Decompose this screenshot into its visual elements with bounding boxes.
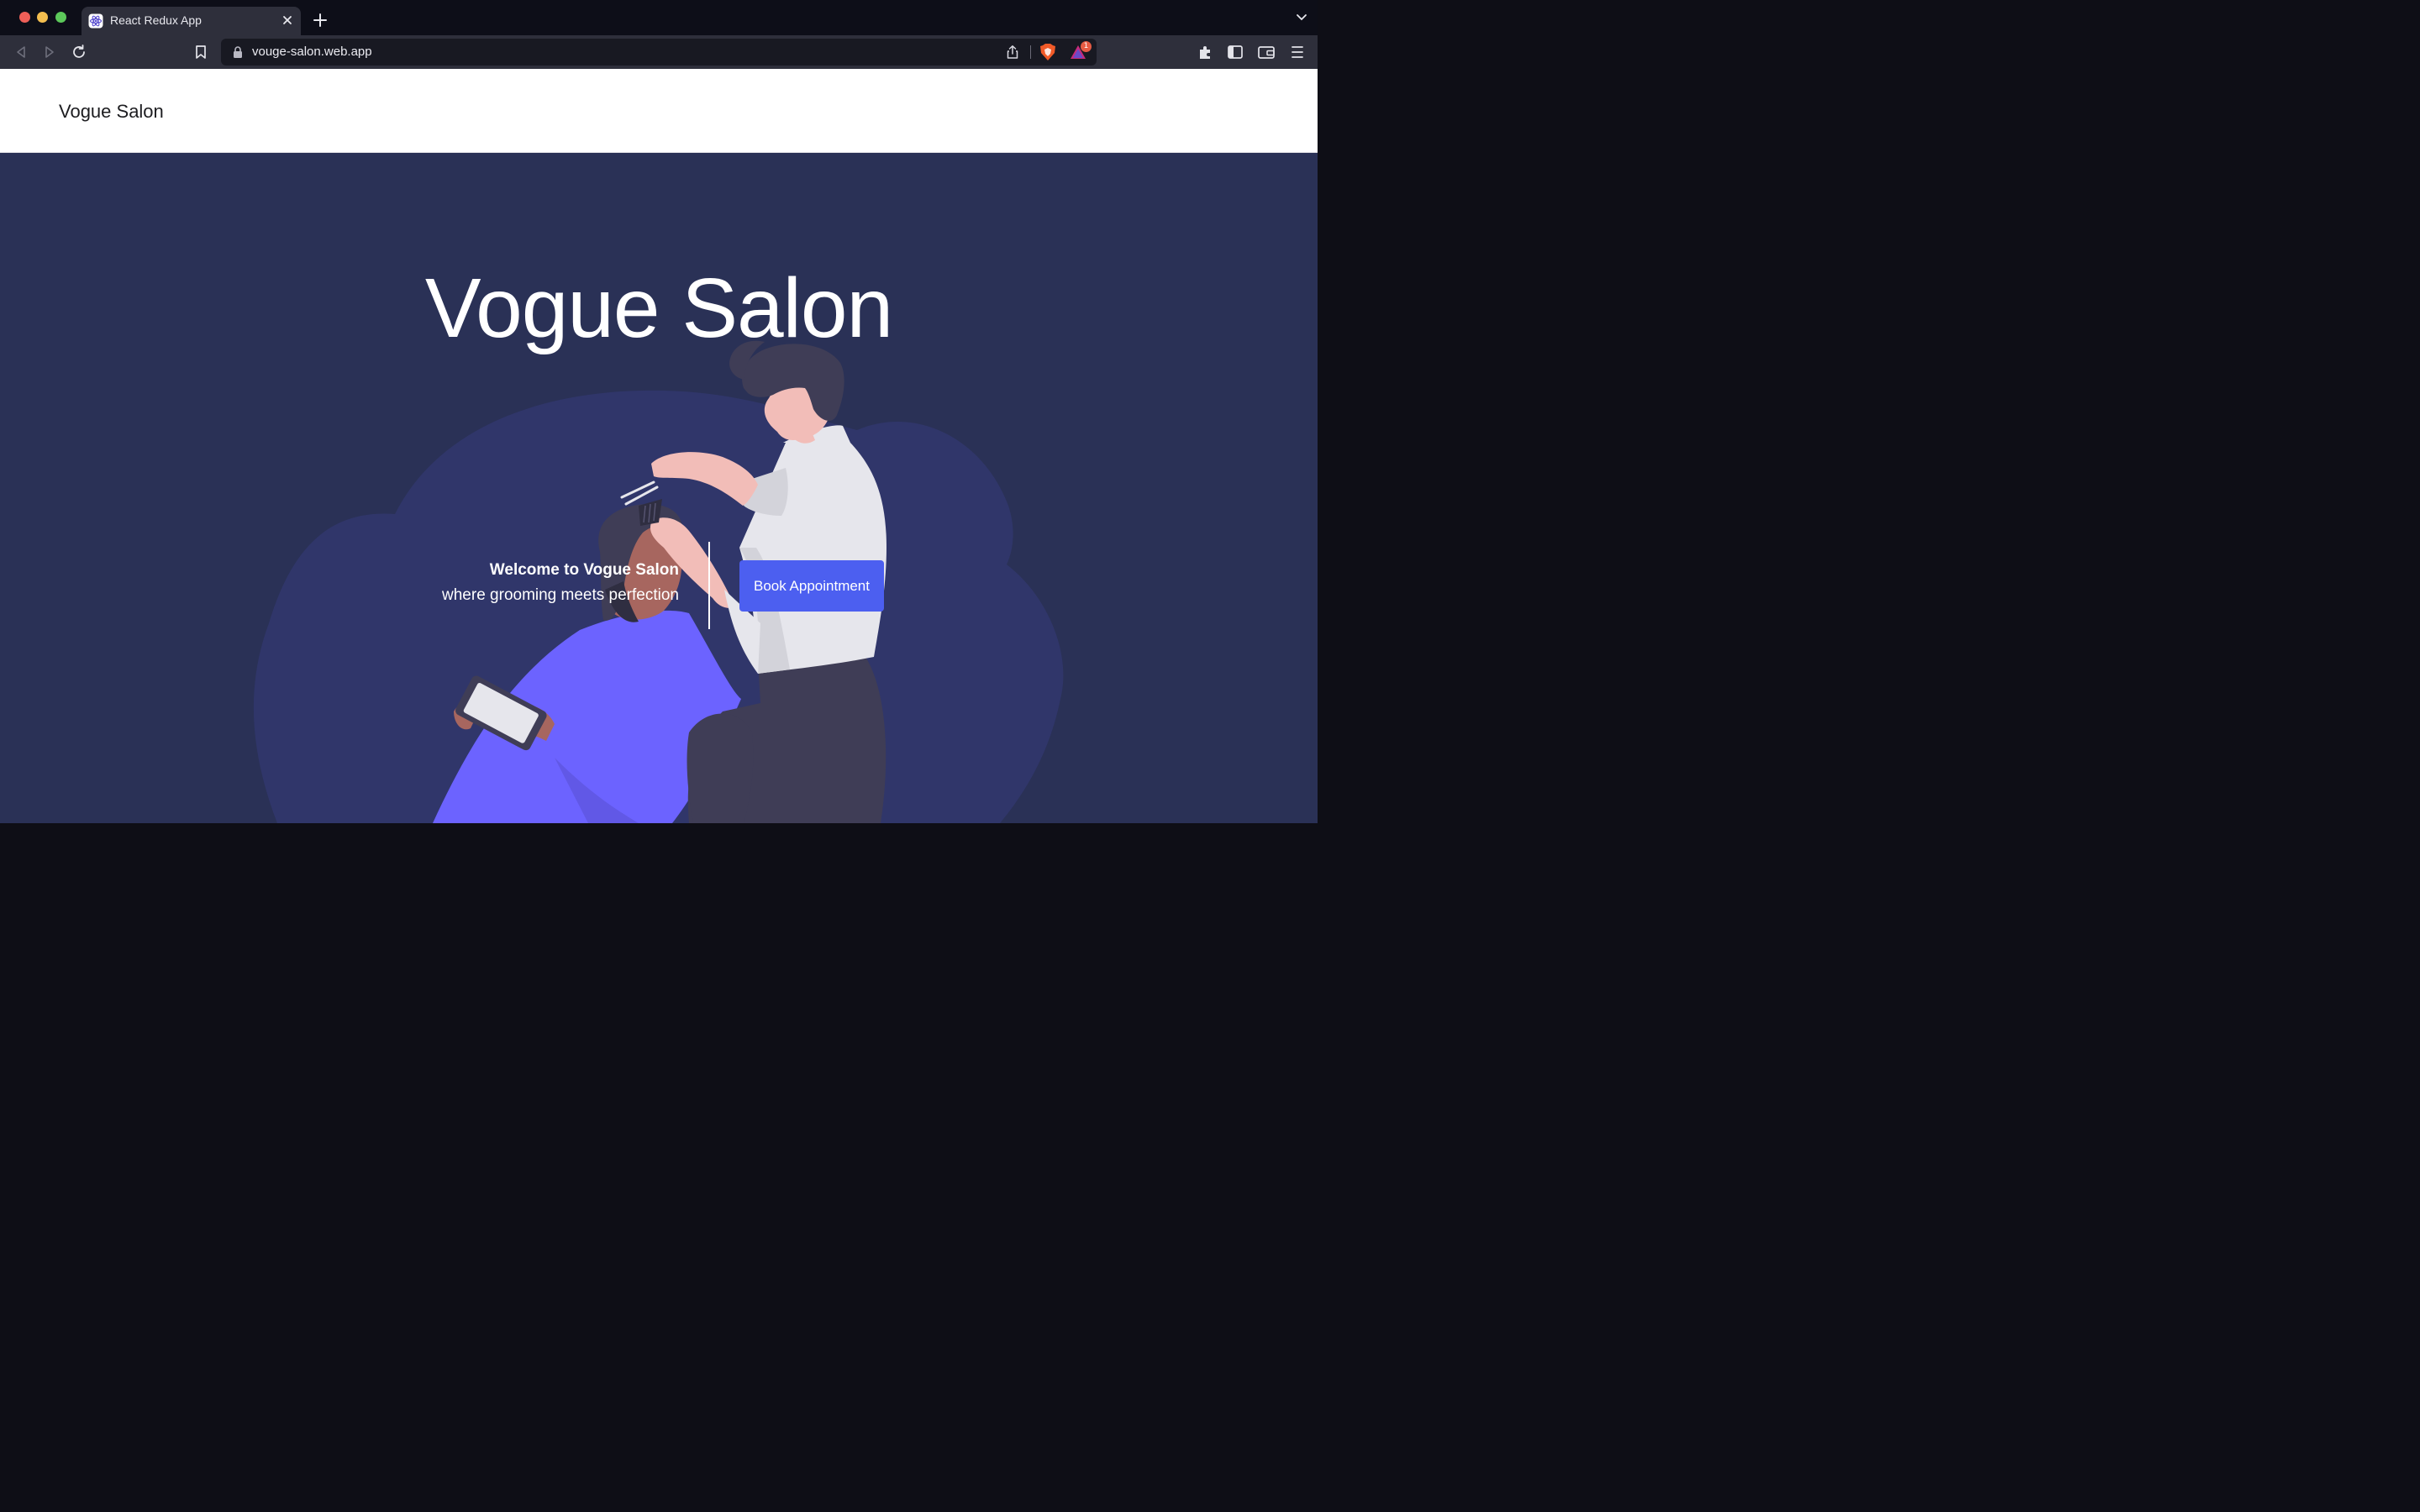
book-appointment-button[interactable]: Book Appointment [739,560,884,612]
welcome-block: Welcome to Vogue Salon where grooming me… [353,561,679,605]
address-divider [1030,45,1031,59]
hero-section: Vogue Salon Welcome to Vogue Salon where… [0,153,1318,823]
url-text[interactable]: vouge-salon.web.app [252,45,372,59]
rewards-badge: 1 [1081,41,1092,52]
extensions-icon[interactable] [1197,43,1215,61]
address-bar[interactable]: vouge-salon.web.app 1 [221,39,1097,66]
close-window-button[interactable] [19,12,30,23]
wallet-icon[interactable] [1257,43,1276,61]
barber-illustration [253,340,1064,823]
close-icon[interactable] [279,12,296,29]
menu-icon[interactable] [1288,43,1307,61]
site-brand[interactable]: Vogue Salon [59,101,164,123]
browser-tab-active[interactable]: React Redux App [82,7,301,35]
browser-titlebar: React Redux App [0,0,1318,35]
minimize-window-button[interactable] [37,12,48,23]
site-header: Vogue Salon [0,69,1318,153]
maximize-window-button[interactable] [55,12,66,23]
bookmark-icon[interactable] [192,43,210,61]
forward-icon[interactable] [40,43,59,61]
new-tab-icon[interactable] [312,12,329,29]
chevron-down-icon[interactable] [1296,13,1307,22]
tagline: where grooming meets perfection [442,586,679,604]
brave-shield-icon[interactable] [1039,43,1056,61]
lock-icon [234,46,242,58]
react-icon [88,13,103,29]
sidebar-icon[interactable] [1226,43,1244,61]
tab-title: React Redux App [110,13,202,27]
share-icon[interactable] [1005,45,1020,60]
reload-icon[interactable] [70,43,88,61]
hero-title: Vogue Salon [424,261,893,355]
browser-toolbar: vouge-salon.web.app 1 [0,35,1318,69]
hero-divider [708,542,710,629]
back-icon[interactable] [12,43,30,61]
welcome-heading: Welcome to Vogue Salon [489,561,679,579]
